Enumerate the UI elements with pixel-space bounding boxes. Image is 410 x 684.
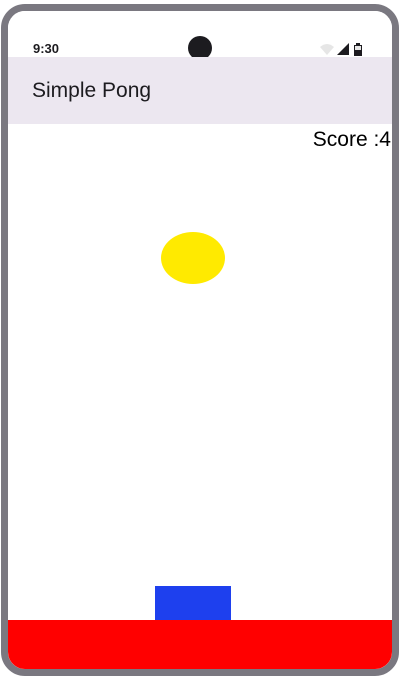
phone-frame: 9:30 Simple Pong Score :4 [1,4,399,676]
floor-zone [8,620,392,669]
status-time: 9:30 [33,41,60,56]
paddle[interactable] [155,586,231,620]
game-area[interactable]: Score :4 [8,124,392,669]
status-icons [320,43,362,56]
page: 9:30 Simple Pong Score :4 [0,0,410,684]
app-bar: Simple Pong [8,57,392,124]
battery-icon [354,43,362,56]
wifi-icon [320,44,334,55]
status-bar: 9:30 [8,11,392,60]
phone-screen: 9:30 Simple Pong Score :4 [8,11,392,669]
app-title: Simple Pong [32,79,152,102]
ball [161,232,225,284]
score-label: Score :4 [312,128,391,151]
cellular-signal-icon [337,43,349,55]
